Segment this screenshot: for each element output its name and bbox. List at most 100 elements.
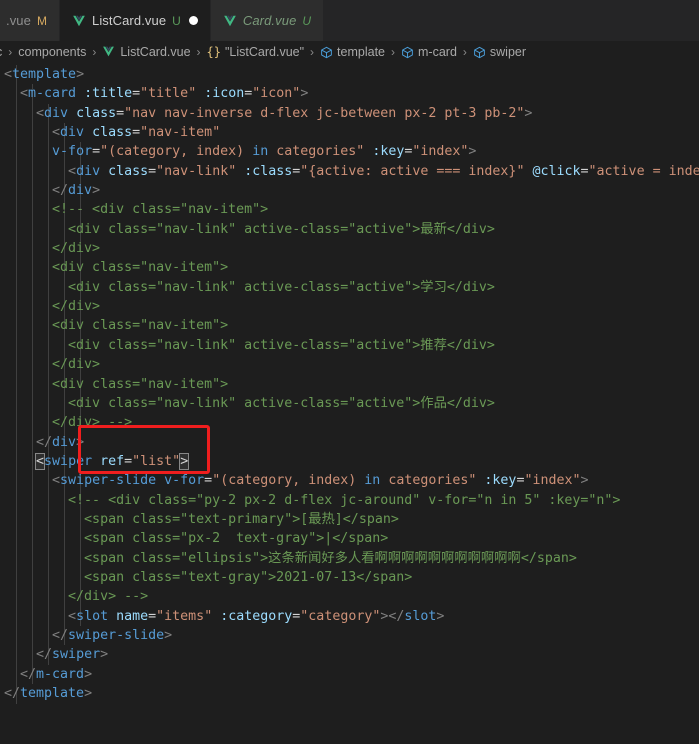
- breadcrumb-label: template: [337, 45, 385, 59]
- tab-card-vue[interactable]: Card.vue U: [210, 0, 325, 41]
- code-token: :category: [220, 608, 293, 624]
- code-line[interactable]: <swiper ref="list">: [4, 452, 699, 471]
- breadcrumb-separator: ›: [462, 45, 467, 59]
- code-token: :key: [484, 473, 517, 489]
- code-line[interactable]: <span class="px-2 text-gray">|</span>: [4, 529, 699, 548]
- code-token: :key: [372, 144, 405, 160]
- tab-git-badge: U: [172, 13, 181, 28]
- code-line[interactable]: </div>: [4, 433, 699, 452]
- code-line[interactable]: <!-- <div class="nav-item">: [4, 200, 699, 219]
- code-line[interactable]: </div>: [4, 239, 699, 258]
- code-line[interactable]: <m-card :title="title" :icon="icon">: [4, 84, 699, 103]
- tab-vue-modified[interactable]: .vue M: [0, 0, 60, 41]
- code-token: swiper: [52, 647, 101, 663]
- breadcrumb-item-listcard-vue[interactable]: ListCard.vue: [102, 45, 191, 59]
- code-token: </: [4, 183, 69, 199]
- code-token: <: [4, 163, 77, 179]
- code-token: =: [132, 86, 141, 102]
- code-token: "title": [140, 86, 197, 102]
- tab-dirty-indicator[interactable]: [188, 16, 198, 25]
- code-line[interactable]: v-for="(category, index) in categories" …: [4, 142, 699, 161]
- code-line[interactable]: </div>: [4, 355, 699, 374]
- code-token: >: [468, 144, 477, 160]
- code-token: m-card: [28, 86, 77, 102]
- code-token: "items": [156, 608, 213, 624]
- code-line[interactable]: <div class="nav-link" active-class="acti…: [4, 278, 699, 297]
- code-line[interactable]: </swiper-slide>: [4, 626, 699, 645]
- code-token: "category": [300, 608, 381, 624]
- code-line[interactable]: <div class="nav-link" active-class="acti…: [4, 336, 699, 355]
- code-line[interactable]: <div class="nav nav-inverse d-flex jc-be…: [4, 104, 699, 123]
- code-line[interactable]: <!-- <div class="py-2 px-2 d-flex jc-aro…: [4, 491, 699, 510]
- breadcrumb-item-template[interactable]: template: [320, 45, 385, 59]
- code-token: =: [580, 163, 589, 179]
- code-line[interactable]: </div> -->: [4, 413, 699, 432]
- code-token: </div> -->: [4, 415, 133, 431]
- code-token: v-for: [52, 144, 93, 160]
- code-line[interactable]: </swiper>: [4, 645, 699, 664]
- source-code[interactable]: <template> <m-card :title="title" :icon=…: [0, 65, 699, 744]
- code-token: "nav nav-inverse d-flex jc-between px-2 …: [124, 105, 525, 121]
- code-line[interactable]: <div class="nav-link" active-class="acti…: [4, 220, 699, 239]
- code-line[interactable]: </div>: [4, 181, 699, 200]
- code-token: >: [580, 473, 589, 489]
- breadcrumb-separator: ›: [391, 45, 395, 59]
- code-token: >: [92, 183, 101, 199]
- code-token: <span class="px-2 text-gray">|</span>: [4, 531, 389, 547]
- code-line[interactable]: </div>: [4, 297, 699, 316]
- breadcrumb-label: c: [0, 45, 2, 59]
- code-line[interactable]: <div class="nav-item">: [4, 375, 699, 394]
- code-line[interactable]: <div class="nav-item">: [4, 258, 699, 277]
- code-line[interactable]: <span class="text-gray">2021-07-13</span…: [4, 568, 699, 587]
- code-token: div: [52, 434, 77, 450]
- code-editor[interactable]: <template> <m-card :title="title" :icon=…: [0, 63, 699, 744]
- code-line[interactable]: [4, 723, 699, 742]
- tab-label: Card.vue: [242, 13, 297, 28]
- code-token: >: [436, 608, 445, 624]
- code-token: =: [116, 105, 125, 121]
- editor-tab-bar: .vue M ListCard.vue U Card.vue U: [0, 0, 699, 41]
- code-line[interactable]: <slot name="items" :category="category">…: [4, 607, 699, 626]
- code-token: ></: [380, 608, 405, 624]
- breadcrumb-item-swiper[interactable]: swiper: [473, 45, 526, 59]
- breadcrumb-item-m-card[interactable]: m-card: [401, 45, 457, 59]
- code-token: :icon: [204, 86, 245, 102]
- code-token: "nav-item": [140, 125, 221, 141]
- code-token: <!-- <div class="py-2 px-2 d-flex jc-aro…: [4, 492, 621, 508]
- code-token: @click: [532, 163, 581, 179]
- code-token: :class: [244, 163, 293, 179]
- tab-listcard-vue[interactable]: ListCard.vue U: [59, 0, 211, 41]
- code-line[interactable]: <swiper-slide v-for="(category, index) i…: [4, 471, 699, 490]
- code-line[interactable]: <div class="nav-item": [4, 123, 699, 142]
- breadcrumb-item-components[interactable]: components: [18, 45, 86, 59]
- code-line[interactable]: <span class="ellipsis">这条新闻好多人看啊啊啊啊啊啊啊啊啊…: [4, 549, 699, 568]
- code-line[interactable]: <div class="nav-item">: [4, 316, 699, 335]
- code-token: >: [164, 627, 173, 643]
- code-token: class: [92, 125, 133, 141]
- code-token: swiper-slide: [68, 627, 165, 643]
- symbol-cube-icon: [401, 46, 414, 59]
- breadcrumb-label: components: [18, 45, 87, 59]
- code-token: <: [35, 452, 46, 470]
- code-token: div: [68, 183, 93, 199]
- code-line[interactable]: </div> -->: [4, 587, 699, 606]
- code-token: <span class="text-primary">[最热]</span>: [4, 511, 399, 527]
- code-line[interactable]: <span class="text-primary">[最热]</span>: [4, 510, 699, 529]
- code-line[interactable]: <template>: [4, 65, 699, 84]
- code-line[interactable]: </template>: [4, 684, 699, 703]
- code-token: <div class="nav-link" active-class="acti…: [4, 221, 495, 237]
- breadcrumb-item-listcard-symbol[interactable]: {} "ListCard.vue": [207, 45, 305, 59]
- code-line[interactable]: [4, 703, 699, 722]
- code-token: <: [4, 608, 77, 624]
- code-line[interactable]: <div class="nav-link" :class="{active: a…: [4, 162, 699, 181]
- code-line[interactable]: <div class="nav-link" active-class="acti…: [4, 394, 699, 413]
- breadcrumb-item-c[interactable]: c: [0, 45, 2, 59]
- code-token: </div> -->: [4, 589, 149, 605]
- code-token: <: [4, 105, 45, 121]
- code-line[interactable]: </m-card>: [4, 665, 699, 684]
- code-token: <div class="nav-link" active-class="acti…: [4, 337, 495, 353]
